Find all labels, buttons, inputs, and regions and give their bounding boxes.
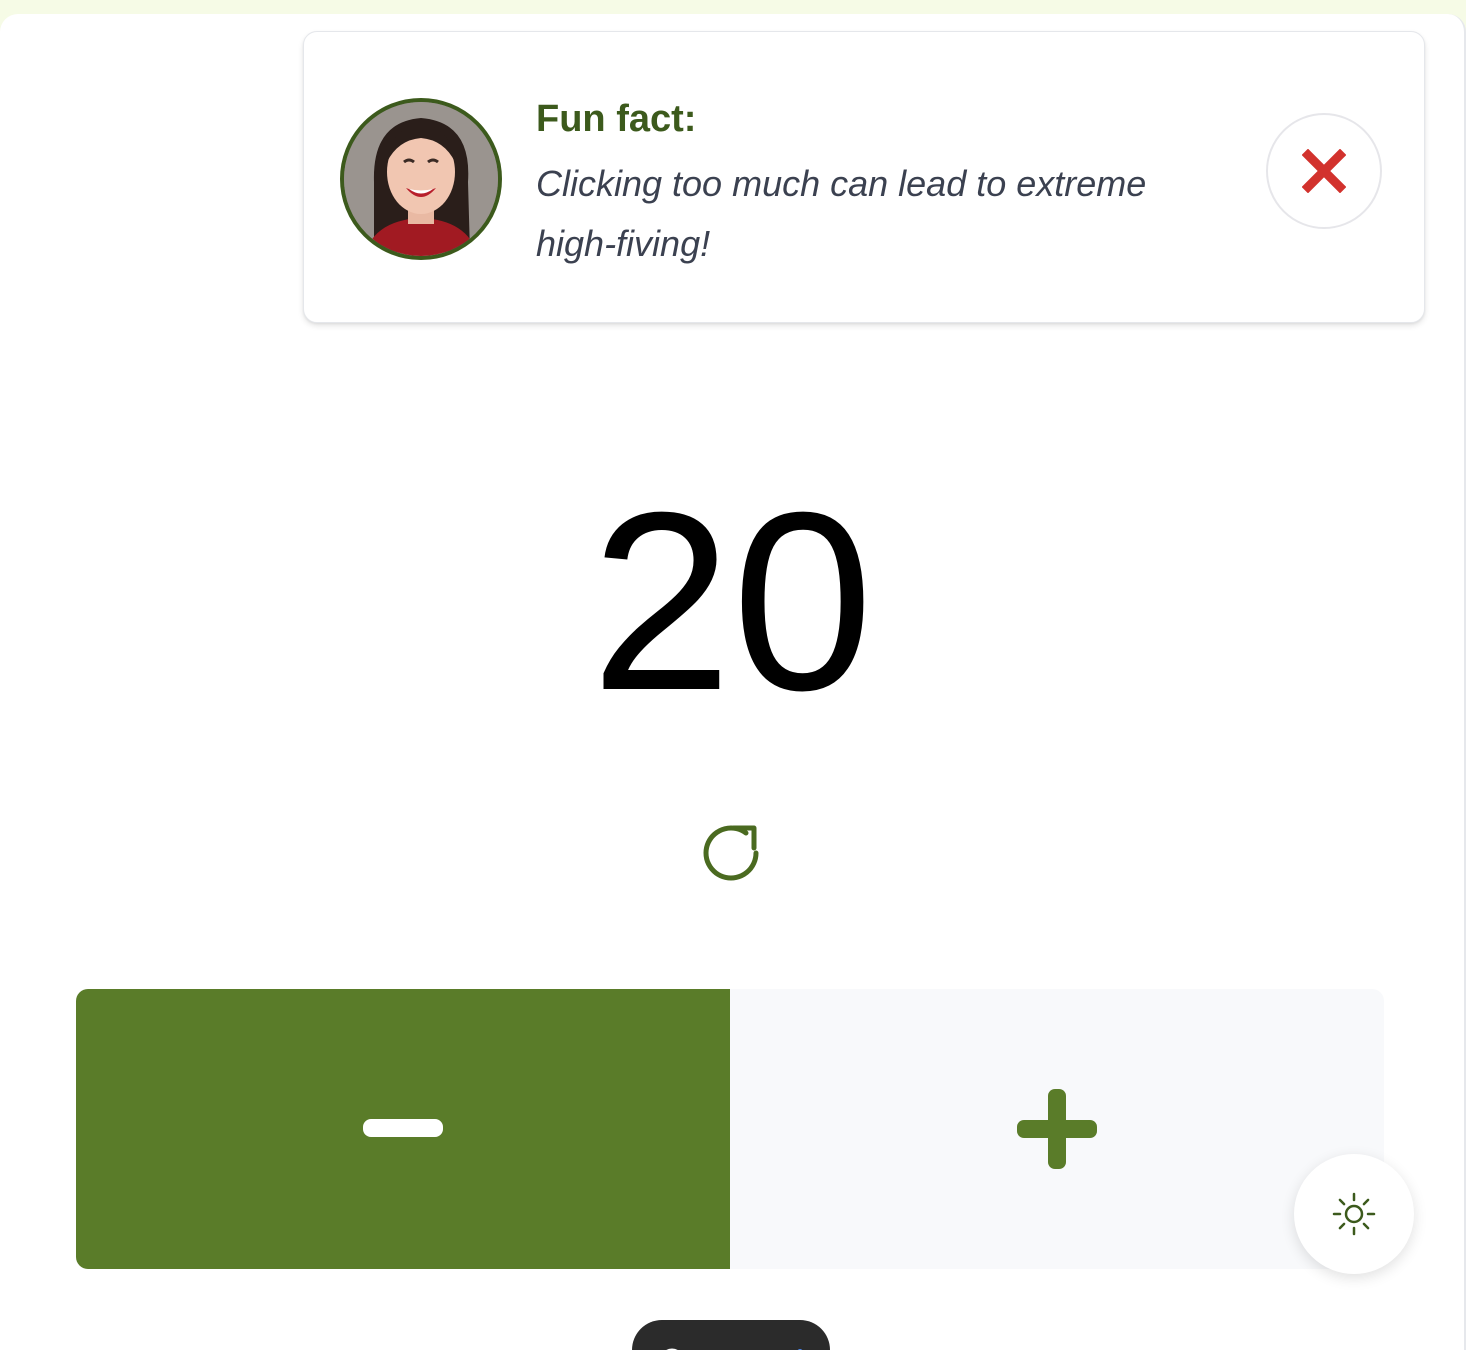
- counter-value: 20: [590, 459, 874, 743]
- decrement-button[interactable]: [76, 989, 730, 1269]
- avatar: [340, 98, 502, 260]
- increment-button[interactable]: [730, 989, 1384, 1269]
- toast-message: Clicking too much can lead to extreme hi…: [536, 163, 1147, 264]
- app-container: Fun fact: Clicking too much can lead to …: [0, 14, 1466, 1350]
- theme-toggle-button[interactable]: [1294, 1154, 1414, 1274]
- close-x-icon: [1302, 149, 1346, 193]
- fun-fact-toast: Fun fact: Clicking too much can lead to …: [303, 31, 1425, 323]
- reset-button[interactable]: [688, 810, 774, 896]
- refresh-icon: [703, 825, 759, 881]
- toast-title: Fun fact:: [536, 98, 697, 140]
- toolbar-icons: [666, 1348, 803, 1350]
- plus-icon: [1017, 1089, 1097, 1169]
- close-button[interactable]: [1266, 113, 1382, 229]
- sun-icon: [1332, 1192, 1376, 1236]
- avatar-photo: [344, 102, 498, 256]
- bottom-toolbar[interactable]: [632, 1320, 830, 1350]
- minus-icon: [363, 1119, 443, 1137]
